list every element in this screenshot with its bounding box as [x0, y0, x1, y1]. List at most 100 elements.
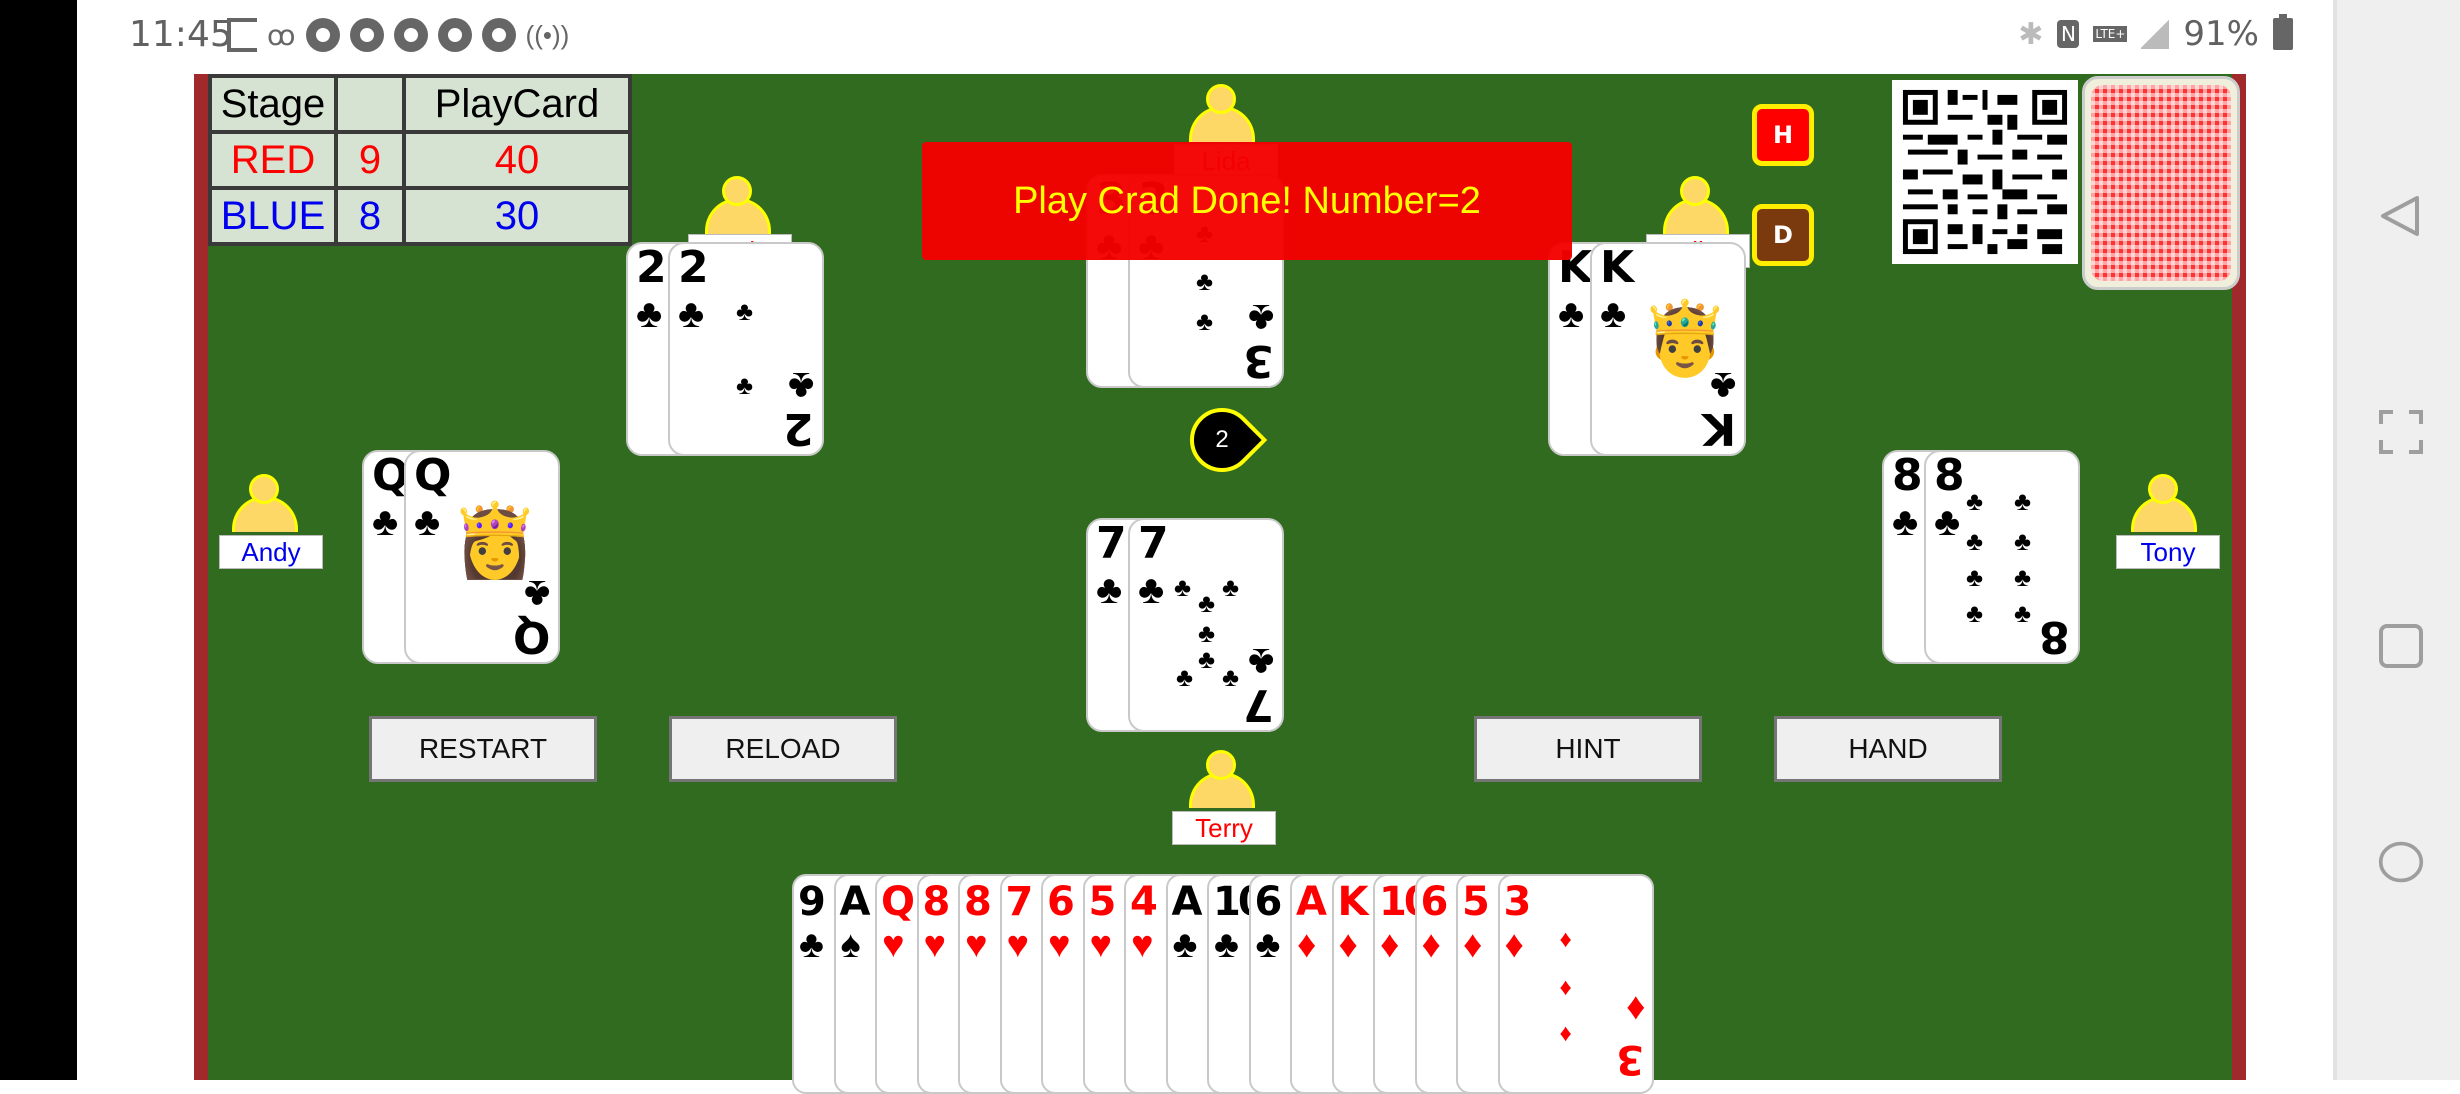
bluetooth-icon: ✱: [2018, 16, 2044, 52]
played-card: 8 ♣ ♣ ♣ ♣ ♣ ♣ ♣ ♣ ♣ 8: [1924, 450, 2080, 664]
player-avatar: [1663, 176, 1729, 234]
card-suit: ♣: [799, 924, 824, 966]
player-name-left: Andy: [219, 535, 323, 569]
card-suit: ♦: [1463, 924, 1483, 966]
status-bar: 11:45 ꝏ ((•)) ✱ N LTE+ 91%: [77, 0, 2333, 74]
battery-icon: [2273, 14, 2293, 50]
player-left: [215, 474, 315, 532]
card-rank: 6: [1420, 879, 1449, 925]
recents-icon: [2379, 624, 2423, 668]
card-suit-corner: ♦: [1626, 986, 1646, 1028]
card-pip: ♦: [1559, 1020, 1572, 1047]
chrome-icon: [305, 18, 340, 52]
system-icons: ✱ N LTE+ 91%: [2018, 14, 2333, 54]
scoreboard-row-blue: BLUE 8 30: [208, 186, 632, 246]
player-bottom: [1172, 750, 1272, 808]
player-avatar: [232, 474, 298, 532]
card-suit: ♥: [1006, 924, 1030, 966]
d-button[interactable]: D: [1752, 204, 1814, 266]
notification-icons: ꝏ ((•)): [227, 18, 569, 52]
card-rank: 3: [1503, 879, 1532, 925]
card-suit: ♥: [1048, 924, 1071, 966]
card-rank: 8: [964, 879, 992, 925]
chrome-icon: [393, 18, 428, 52]
card-rank-corner: 3: [1615, 1036, 1644, 1082]
card-pip: ♦: [1559, 974, 1572, 1001]
card-rank: 7: [1005, 879, 1034, 925]
card-suit: ♦: [1297, 924, 1317, 966]
scoreboard-row-red: RED 9 40: [208, 130, 632, 190]
voicemail-icon: ꝏ: [267, 19, 296, 51]
crop-frame-icon: [2379, 410, 2423, 454]
card-rank: 5: [1462, 879, 1490, 925]
hotspot-icon: ((•)): [525, 19, 570, 50]
recents-button[interactable]: [2377, 622, 2425, 670]
play-done-toast: Play Crad Done! Number=2: [922, 142, 1572, 260]
team-name: RED: [208, 130, 338, 190]
card-back: [2091, 85, 2231, 281]
hand-card[interactable]: 3 ♦ ♦ ♦ ♦ ♦ 3: [1497, 874, 1654, 1094]
queen-face-icon: 👸: [450, 501, 540, 581]
card-pip: ♦: [1559, 926, 1572, 953]
card-rank: 4: [1130, 879, 1158, 925]
header-playcard: PlayCard: [402, 74, 632, 134]
qr-code-icon: [1893, 80, 2077, 264]
signal-icon: [2141, 19, 2170, 49]
player-right: [2114, 474, 2214, 532]
player-name-bottom: Terry: [1172, 811, 1276, 845]
home-icon: [2378, 841, 2424, 883]
screen-record-icon: [227, 18, 257, 52]
card-suit: ♥: [1089, 924, 1113, 966]
navigation-bar: [2333, 0, 2460, 1080]
status-time: 11:45: [129, 14, 233, 55]
card-rank: 5: [1088, 879, 1117, 925]
card-suit: ♦: [1338, 924, 1358, 966]
lte-plus-icon: LTE+: [2093, 26, 2128, 42]
scoreboard-header: Stage PlayCard: [208, 74, 632, 134]
home-button[interactable]: [2377, 838, 2425, 886]
card-suit: ♥: [882, 924, 905, 966]
card-deck[interactable]: [2082, 76, 2240, 290]
reload-button[interactable]: RELOAD: [669, 716, 897, 782]
card-rank: Q: [881, 879, 915, 925]
player-top: [1172, 84, 1272, 142]
back-button[interactable]: [2377, 192, 2425, 240]
team-stage: 9: [334, 130, 406, 190]
h-button[interactable]: H: [1752, 104, 1814, 166]
played-card: Q ♣ 👸 ♣ Q: [404, 450, 560, 664]
scoreboard: Stage PlayCard RED 9 40 BLUE 8 30: [208, 74, 632, 246]
team-stage: 8: [334, 186, 406, 246]
team-playcard: 30: [402, 186, 632, 246]
card-rank: 9: [798, 879, 826, 925]
header-blank: [334, 74, 406, 134]
player-avatar: [1189, 84, 1255, 142]
card-rank: A: [839, 879, 871, 925]
card-rank: A: [1171, 879, 1203, 925]
chrome-icon: [437, 18, 472, 52]
card-suit: ♥: [923, 924, 947, 966]
team-playcard: 40: [402, 130, 632, 190]
card-suit: ♣: [1172, 924, 1198, 966]
hint-button[interactable]: HINT: [1474, 716, 1702, 782]
card-suit: ♣: [1214, 924, 1239, 966]
player-top-left: [688, 176, 788, 234]
hand-button[interactable]: HAND: [1774, 716, 2002, 782]
card-suit: ♦: [1504, 924, 1524, 966]
card-suit: ♦: [1380, 924, 1400, 966]
played-card: 7 ♣ ♣ ♣ ♣ ♣ ♣ ♣ ♣ ♣ 7: [1128, 518, 1284, 732]
card-rank: 6: [1254, 879, 1283, 925]
player-name-right: Tony: [2116, 535, 2220, 569]
player-top-right: [1646, 176, 1746, 234]
turn-indicator-number: 2: [1215, 426, 1229, 453]
player-avatar: [2131, 474, 2197, 532]
card-rank: K: [1337, 879, 1369, 925]
restart-button[interactable]: RESTART: [369, 716, 597, 782]
played-card: K ♣ 🤴 ♣ K: [1590, 242, 1746, 456]
card-rank: A: [1296, 879, 1327, 925]
screenshot-button[interactable]: [2377, 408, 2425, 456]
card-suit: ♠: [840, 924, 861, 966]
qr-code[interactable]: [1892, 80, 2078, 264]
card-rank: 6: [1047, 879, 1075, 925]
played-card: 2 ♣ ♣ ♣ ♣ 2: [668, 242, 824, 456]
header-stage: Stage: [208, 74, 338, 134]
